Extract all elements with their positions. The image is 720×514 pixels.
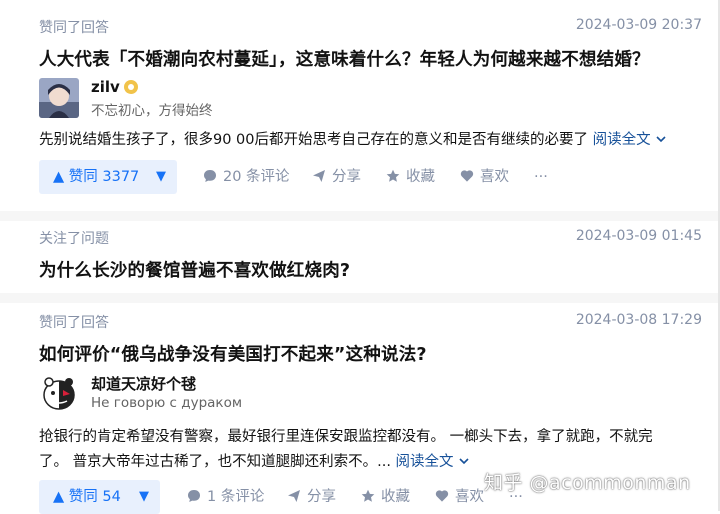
star-icon [361, 489, 375, 502]
star-icon [386, 169, 400, 182]
downvote-button[interactable]: ▼ [145, 160, 177, 194]
activity-time: 2024-03-09 01:45 [575, 228, 702, 244]
badge-icon [123, 80, 138, 94]
comment-button[interactable]: 20 条评论 [203, 160, 290, 194]
like-label: 喜欢 [480, 169, 509, 185]
question-title[interactable]: 人大代表「不婚潮向农村蔓延」，这意味着什么？年轻人为何越来越不想结婚？ [39, 46, 650, 71]
activity-time: 2024-03-08 17:29 [575, 312, 702, 328]
favorite-button[interactable]: 收藏 [361, 480, 410, 514]
upvote-label: ▲ 赞同 54 [53, 489, 121, 505]
chevron-down-icon [458, 458, 469, 465]
favorite-button[interactable]: 收藏 [386, 160, 435, 194]
author-name[interactable]: zilv [91, 78, 138, 96]
chevron-down-icon [656, 136, 666, 143]
read-more-label: 阅读全文 [395, 454, 454, 470]
question-title[interactable]: 如何评价“俄乌战争没有美国打不起来”这种说法? [39, 341, 427, 366]
upvote-label: ▲ 赞同 3377 [53, 169, 140, 185]
like-button[interactable]: 喜欢 [460, 160, 509, 194]
question-title[interactable]: 为什么长沙的餐馆普遍不喜欢做红烧肉? [39, 257, 350, 282]
feed-divider [0, 293, 718, 303]
comment-icon [188, 490, 200, 502]
avatar[interactable] [39, 374, 79, 414]
watermark: 知乎 @acommonman [484, 472, 691, 494]
share-icon [288, 490, 300, 502]
activity-time: 2024-03-09 20:37 [575, 17, 702, 33]
share-label: 分享 [307, 489, 336, 505]
favorite-label: 收藏 [406, 169, 435, 185]
share-label: 分享 [332, 169, 361, 185]
avatar-image [39, 374, 79, 414]
activity-label: 关注了问题 [39, 231, 109, 247]
read-more-link[interactable]: 阅读全文 [396, 454, 470, 470]
share-icon [313, 170, 325, 182]
excerpt-text: 先别说结婚生孩子了，很多90 00后都开始思考自己存在的意义和是否有继续的必要了 [39, 132, 589, 148]
comment-icon [204, 170, 216, 182]
author-bio: 不忘初心，方得始终 [91, 103, 213, 119]
downvote-button[interactable]: ▼ [128, 480, 160, 514]
read-more-link[interactable]: 阅读全文 [593, 132, 667, 148]
feed-divider [0, 211, 718, 221]
read-more-label: 阅读全文 [592, 132, 651, 148]
excerpt-line: 抢银行的肯定希望没有警察，最好银行里连保安跟监控都没有。 一榔头下去，拿了就跑，… [39, 429, 653, 445]
share-button[interactable]: 分享 [312, 160, 361, 194]
comment-count: 1 条评论 [207, 489, 265, 505]
comment-count: 20 条评论 [223, 169, 290, 185]
like-button[interactable]: 喜欢 [435, 480, 484, 514]
author-name-text: zilv [91, 78, 120, 96]
comment-button[interactable]: 1 条评论 [187, 480, 264, 514]
more-button[interactable]: ··· [534, 160, 548, 194]
author-name[interactable]: 却道天凉好个毬 [91, 373, 196, 394]
excerpt-text: 了。 普京大帝年过古稀了，也不知道腿脚还利索不。... [39, 454, 391, 470]
avatar-image [39, 78, 79, 118]
share-button[interactable]: 分享 [287, 480, 336, 514]
author-bio: Не говорю с дураком [91, 395, 243, 411]
avatar[interactable] [39, 78, 79, 118]
favorite-label: 收藏 [381, 489, 410, 505]
like-label: 喜欢 [455, 489, 484, 505]
answer-excerpt[interactable]: 先别说结婚生孩子了，很多90 00后都开始思考自己存在的意义和是否有继续的必要了… [39, 128, 701, 153]
upvote-button[interactable]: ▲ 赞同 3377 [39, 160, 154, 194]
upvote-button[interactable]: ▲ 赞同 54 [39, 480, 135, 514]
heart-icon [460, 170, 474, 182]
activity-label: 赞同了回答 [39, 315, 109, 331]
heart-icon [435, 490, 449, 502]
activity-label: 赞同了回答 [39, 20, 109, 36]
